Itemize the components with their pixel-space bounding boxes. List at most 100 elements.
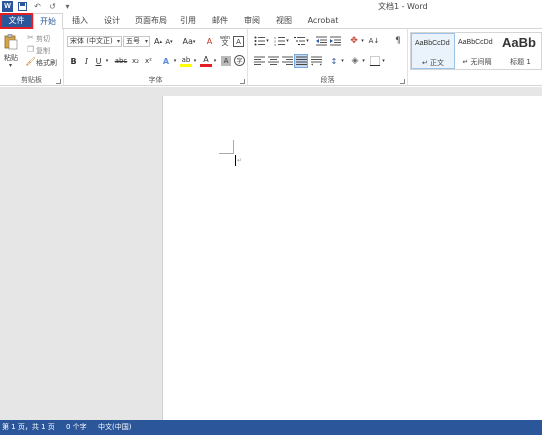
paste-dropdown-icon[interactable]: ▾	[9, 62, 12, 69]
change-case-icon[interactable]: Aa ▾	[181, 36, 197, 47]
sort-icon[interactable]: A↓	[368, 35, 380, 47]
superscript-button[interactable]: x²	[143, 56, 154, 66]
bold-button[interactable]: B	[69, 56, 78, 66]
justify-icon[interactable]	[294, 54, 308, 68]
word-count-status[interactable]: 0 个字	[66, 420, 87, 435]
align-left-icon[interactable]	[253, 55, 265, 67]
font-group-label: 字体	[148, 76, 163, 84]
save-icon[interactable]	[17, 1, 28, 12]
text-cursor	[235, 155, 236, 166]
clipboard-group: 粘贴 ▾ ✂ 剪切 ❐ 复制 🖌 格式刷 剪贴板	[0, 29, 64, 86]
style-no-spacing[interactable]: AaBbCcDd ↵ 无间隔	[455, 33, 499, 69]
increase-indent-icon[interactable]	[329, 35, 341, 47]
bullets-icon[interactable]	[253, 35, 265, 47]
font-launcher-icon[interactable]	[240, 79, 245, 84]
tab-design[interactable]: 设计	[98, 13, 126, 29]
text-effects-dropdown-icon[interactable]: ▾	[172, 56, 178, 66]
font-color-icon[interactable]: A	[200, 55, 212, 67]
align-right-icon[interactable]	[281, 55, 293, 67]
subscript-button[interactable]: x₂	[130, 56, 141, 66]
font-name-combo[interactable]: 宋体 (中文正) ▾	[67, 36, 122, 47]
title-bar: W ↶ ↺ ▾ 文档1 - Word	[0, 0, 542, 13]
distributed-icon[interactable]	[310, 55, 322, 67]
paragraph-group-label: 段落	[320, 76, 335, 84]
clipboard-launcher-icon[interactable]	[56, 79, 61, 84]
shrink-font-icon[interactable]: A ▾	[164, 37, 174, 47]
tab-review[interactable]: 审阅	[238, 13, 266, 29]
borders-dropdown-icon[interactable]: ▾	[381, 56, 386, 66]
grow-font-icon[interactable]: A ▴	[153, 36, 163, 47]
shading-dropdown-icon[interactable]: ▾	[361, 56, 366, 66]
bullets-dropdown-icon[interactable]: ▾	[265, 36, 270, 46]
chinese-layout-icon[interactable]: ✥	[348, 35, 360, 47]
multilevel-list-icon[interactable]	[293, 35, 305, 47]
style-heading-1[interactable]: AaBb 标题 1	[499, 33, 542, 69]
tab-insert[interactable]: 插入	[66, 13, 94, 29]
pinyin-guide-icon[interactable]: wén 文	[219, 35, 231, 47]
strikethrough-button[interactable]: abc	[114, 56, 128, 66]
numbering-dropdown-icon[interactable]: ▾	[285, 36, 290, 46]
status-bar: 第 1 页，共 1 页 0 个字 中文(中国)	[0, 420, 542, 435]
highlight-dropdown-icon[interactable]: ▾	[192, 56, 198, 66]
tab-home[interactable]: 开始	[33, 13, 63, 30]
copy-icon[interactable]: ❐	[26, 45, 35, 54]
show-marks-icon[interactable]: ¶	[392, 35, 404, 47]
underline-button[interactable]: U	[94, 56, 103, 66]
font-size-combo[interactable]: 五号 ▾	[123, 36, 150, 47]
chevron-down-icon: ▾	[116, 38, 120, 45]
text-effects-icon[interactable]: A	[160, 55, 172, 67]
underline-dropdown-icon[interactable]: ▾	[104, 56, 110, 66]
chevron-down-icon: ▾	[144, 38, 148, 45]
multilevel-dropdown-icon[interactable]: ▾	[305, 36, 310, 46]
paste-icon[interactable]	[3, 33, 19, 51]
customize-qat-icon[interactable]: ▾	[62, 1, 73, 12]
tab-page-layout[interactable]: 页面布局	[131, 13, 171, 29]
style-normal-sample: AaBbCcDd	[415, 40, 450, 47]
line-spacing-dropdown-icon[interactable]: ▾	[340, 56, 345, 66]
page-count-status[interactable]: 第 1 页，共 1 页	[2, 420, 55, 435]
tab-mailings[interactable]: 邮件	[206, 13, 234, 29]
clear-format-icon[interactable]: A	[204, 36, 215, 47]
align-center-icon[interactable]	[267, 55, 279, 67]
undo-icon[interactable]: ↶	[32, 1, 43, 12]
enclose-chars-icon[interactable]: 字	[234, 55, 245, 66]
char-border-icon[interactable]: A	[233, 36, 244, 47]
tab-references[interactable]: 引用	[174, 13, 202, 29]
font-group: 宋体 (中文正) ▾ 五号 ▾ A ▴ A ▾ Aa ▾ A wén 文 A B I U…	[64, 29, 248, 86]
svg-text:3: 3	[274, 43, 276, 46]
style-no-spacing-name: ↵ 无间隔	[462, 58, 492, 66]
styles-gallery: AaBbCcDd ↵ 正文 AaBbCcDd ↵ 无间隔 AaBb 标题 1	[410, 32, 542, 70]
word-app-icon[interactable]: W	[2, 1, 13, 12]
paragraph-mark-icon: ↵	[237, 157, 243, 164]
format-painter-icon[interactable]: 🖌	[25, 57, 35, 66]
redo-icon[interactable]: ↺	[47, 1, 58, 12]
highlight-icon[interactable]: ab	[180, 55, 192, 67]
paragraph-launcher-icon[interactable]	[400, 79, 405, 84]
font-name-value: 宋体 (中文正)	[70, 37, 113, 45]
copy-button-label[interactable]: 复制	[36, 46, 50, 56]
crop-mark-vertical	[233, 140, 234, 154]
char-shading-icon[interactable]: A	[221, 56, 231, 66]
font-color-dropdown-icon[interactable]: ▾	[212, 56, 218, 66]
crop-mark-horizontal	[219, 153, 234, 154]
style-heading-1-name: 标题 1	[510, 58, 531, 66]
scissors-icon[interactable]: ✂	[26, 33, 35, 42]
italic-button[interactable]: I	[82, 56, 91, 66]
language-status[interactable]: 中文(中国)	[98, 420, 131, 435]
chinese-layout-dropdown-icon[interactable]: ▾	[360, 36, 365, 46]
clipboard-group-label: 剪贴板	[21, 76, 42, 84]
numbering-icon[interactable]: 123	[273, 35, 285, 47]
decrease-indent-icon[interactable]	[315, 35, 327, 47]
paragraph-group: ▾ 123 ▾ ▾ ✥ ▾ A↓ ¶ ↕ ▾ ◈ ▾ ▾ 段落	[248, 29, 408, 86]
line-spacing-icon[interactable]: ↕	[328, 55, 340, 67]
cut-button-label[interactable]: 剪切	[36, 34, 50, 44]
tab-file[interactable]: 文件	[0, 13, 33, 29]
shading-icon[interactable]: ◈	[349, 55, 361, 67]
style-normal[interactable]: AaBbCcDd ↵ 正文	[411, 33, 455, 69]
style-heading-1-sample: AaBb	[502, 35, 536, 50]
tab-acrobat[interactable]: Acrobat	[303, 13, 343, 29]
tab-view[interactable]: 视图	[270, 13, 298, 29]
format-painter-label[interactable]: 格式刷	[36, 58, 57, 68]
document-page[interactable]: ↵	[162, 96, 542, 420]
borders-icon[interactable]	[369, 55, 381, 67]
